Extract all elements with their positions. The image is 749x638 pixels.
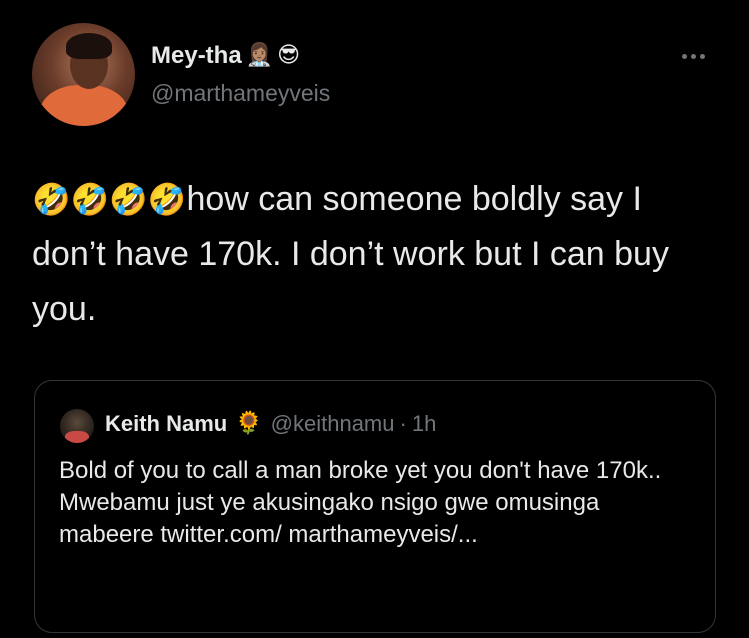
rofl-emoji: 🤣: [147, 182, 187, 217]
avatar[interactable]: [32, 23, 135, 126]
quoted-timestamp[interactable]: 1h: [412, 411, 436, 437]
health-worker-emoji: 👩🏽‍⚕️: [245, 43, 274, 68]
quoted-handle[interactable]: @keithnamu: [271, 411, 395, 437]
more-horizontal-icon[interactable]: [682, 54, 705, 59]
quoted-avatar[interactable]: [60, 409, 94, 443]
quoted-text: Bold of you to call a man broke yet you …: [59, 457, 662, 548]
author-handle[interactable]: @marthameyveis: [151, 80, 330, 107]
avatar-shirt: [40, 85, 128, 126]
sunglasses-emoji: 😎: [277, 43, 301, 68]
author-display-name[interactable]: Mey-tha: [151, 42, 242, 70]
rofl-emoji: 🤣: [32, 182, 71, 217]
quoted-avatar-shirt: [65, 431, 89, 443]
sunflower-emoji: 🌻: [235, 411, 263, 436]
rofl-emoji: 🤣: [70, 182, 110, 217]
avatar-hair: [66, 33, 112, 59]
quoted-header: Keith Namu 🌻 @keithnamu · 1h: [105, 411, 436, 437]
rofl-emoji: 🤣: [109, 182, 148, 217]
author-name-row[interactable]: Mey-tha 👩🏽‍⚕️ 😎: [151, 42, 300, 70]
quoted-tweet[interactable]: Keith Namu 🌻 @keithnamu · 1h Bold of you…: [34, 380, 716, 633]
tweet-text: 🤣🤣🤣🤣how can someone boldly say I don’t h…: [32, 172, 722, 337]
tweet: Mey-tha 👩🏽‍⚕️ 😎 @marthameyveis 🤣🤣🤣🤣how c…: [0, 0, 749, 638]
quoted-display-name[interactable]: Keith Namu: [105, 411, 227, 437]
quoted-separator: ·: [399, 411, 407, 436]
